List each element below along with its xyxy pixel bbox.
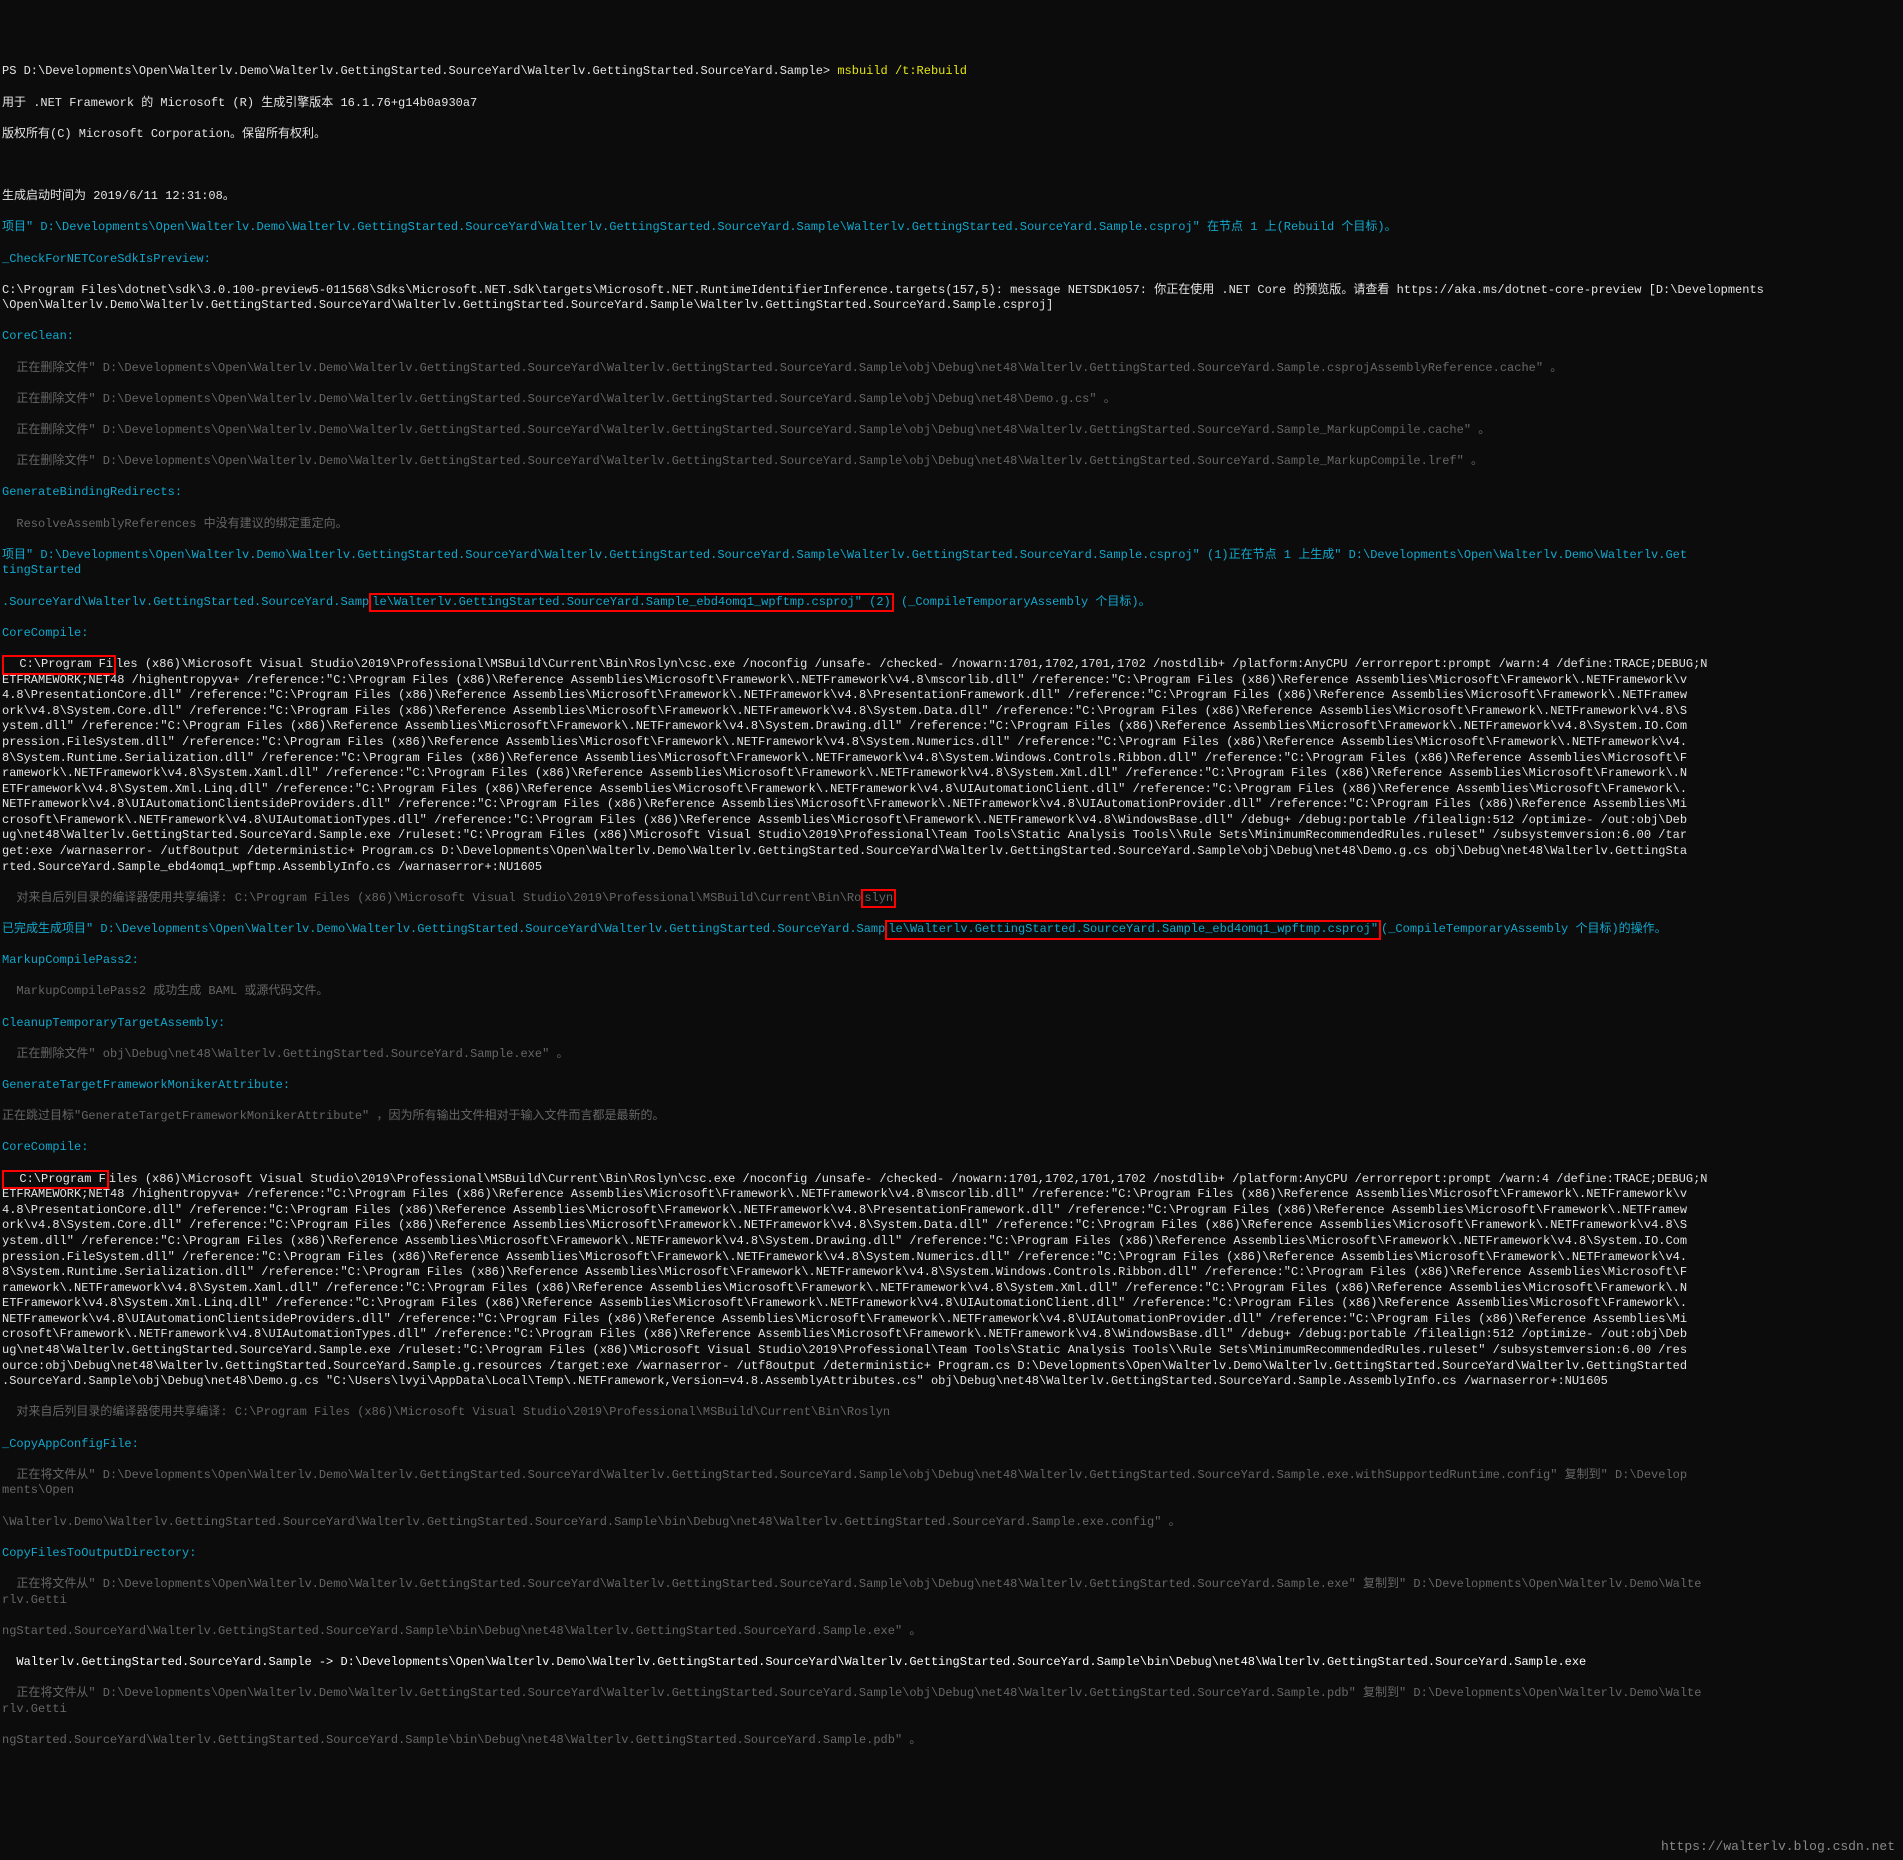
highlight-box-3a: slyn: [861, 889, 896, 909]
prompt-path: PS D:\Developments\Open\Walterlv.Demo\Wa…: [2, 64, 830, 78]
section-copyapp: _CopyAppConfigFile:: [2, 1437, 1901, 1453]
project-1: 项目" D:\Developments\Open\Walterlv.Demo\W…: [2, 220, 1901, 236]
section-cleanup: CleanupTemporaryTargetAssembly:: [2, 1016, 1901, 1032]
checknet-text: C:\Program Files\dotnet\sdk\3.0.100-prev…: [2, 283, 1901, 314]
section-copyfiles: CopyFilesToOutputDirectory:: [2, 1546, 1901, 1562]
copyfiles-1: 正在将文件从" D:\Developments\Open\Walterlv.De…: [2, 1577, 1901, 1608]
coreclean-4: 正在删除文件" D:\Developments\Open\Walterlv.De…: [2, 454, 1901, 470]
section-corecompile-2: CoreCompile:: [2, 1140, 1901, 1156]
prompt-line: PS D:\Developments\Open\Walterlv.Demo\Wa…: [2, 64, 1901, 80]
copyfiles-2: ngStarted.SourceYard\Walterlv.GettingSta…: [2, 1624, 1901, 1640]
coreclean-3: 正在删除文件" D:\Developments\Open\Walterlv.De…: [2, 423, 1901, 439]
copyapp-1: 正在将文件从" D:\Developments\Open\Walterlv.De…: [2, 1468, 1901, 1499]
section-markup: MarkupCompilePass2:: [2, 953, 1901, 969]
section-genbind: GenerateBindingRedirects:: [2, 485, 1901, 501]
copyfiles-bold: Walterlv.GettingStarted.SourceYard.Sampl…: [2, 1655, 1901, 1671]
shared-compile-2: 对来自后列目录的编译器使用共享编译: C:\Program Files (x86…: [2, 1405, 1901, 1421]
prompt-command[interactable]: msbuild /t:Rebuild: [830, 64, 967, 78]
copyfiles-3: 正在将文件从" D:\Developments\Open\Walterlv.De…: [2, 1686, 1901, 1717]
highlight-box-3: le\Walterlv.GettingStarted.SourceYard.Sa…: [885, 920, 1381, 940]
build-start: 生成启动时间为 2019/6/11 12:31:08。: [2, 189, 1901, 205]
corecompile-2: C:\Program Files (x86)\Microsoft Visual …: [2, 1172, 1901, 1390]
section-coreclean: CoreClean:: [2, 329, 1901, 345]
project-2-pre: 项目" D:\Developments\Open\Walterlv.Demo\W…: [2, 548, 1901, 579]
corecompile-1: C:\Program Files (x86)\Microsoft Visual …: [2, 657, 1901, 875]
project-2-boxline: .SourceYard\Walterlv.GettingStarted.Sour…: [2, 595, 1901, 611]
coreclean-1: 正在删除文件" D:\Developments\Open\Walterlv.De…: [2, 361, 1901, 377]
watermark: https://walterlv.blog.csdn.net: [1661, 1839, 1895, 1856]
cleanup-text: 正在删除文件" obj\Debug\net48\Walterlv.Getting…: [2, 1047, 1901, 1063]
genbind-text: ResolveAssemblyReferences 中没有建议的绑定重定向。: [2, 517, 1901, 533]
markup-text: MarkupCompilePass2 成功生成 BAML 或源代码文件。: [2, 984, 1901, 1000]
section-corecompile-1: CoreCompile:: [2, 626, 1901, 642]
coreclean-2: 正在删除文件" D:\Developments\Open\Walterlv.De…: [2, 392, 1901, 408]
gentarget-text: 正在跳过目标"GenerateTargetFrameworkMonikerAtt…: [2, 1109, 1901, 1125]
highlight-box-1: le\Walterlv.GettingStarted.SourceYard.Sa…: [369, 593, 893, 613]
header-2: 版权所有(C) Microsoft Corporation。保留所有权利。: [2, 127, 1901, 143]
copyapp-2: \Walterlv.Demo\Walterlv.GettingStarted.S…: [2, 1515, 1901, 1531]
shared-compile-1-line: 对来自后列目录的编译器使用共享编译: C:\Program Files (x86…: [2, 891, 1901, 907]
section-checknet: _CheckForNETCoreSdkIsPreview:: [2, 252, 1901, 268]
copyfiles-4: ngStarted.SourceYard\Walterlv.GettingSta…: [2, 1733, 1901, 1749]
section-gentarget: GenerateTargetFrameworkMonikerAttribute:: [2, 1078, 1901, 1094]
done-1: 已完成生成项目" D:\Developments\Open\Walterlv.D…: [2, 922, 1901, 938]
header-1: 用于 .NET Framework 的 Microsoft (R) 生成引擎版本…: [2, 96, 1901, 112]
